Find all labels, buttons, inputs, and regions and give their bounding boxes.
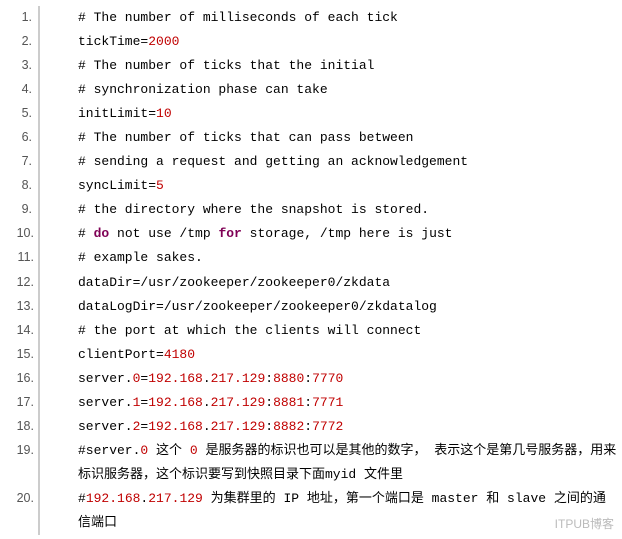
code-token: initLimit= <box>78 106 156 121</box>
code-token: . <box>203 395 211 410</box>
code-token: : <box>265 395 273 410</box>
code-token: syncLimit= <box>78 178 156 193</box>
code-token: # the directory where the snapshot is st… <box>78 202 429 217</box>
code-token: : <box>265 371 273 386</box>
code-token: . <box>203 419 211 434</box>
code-line: clientPort=4180 <box>40 343 618 367</box>
code-line: dataLogDir=/usr/zookeeper/zookeeper0/zkd… <box>40 295 618 319</box>
code-token: tickTime= <box>78 34 148 49</box>
code-listing: # The number of milliseconds of each tic… <box>38 6 618 535</box>
code-line: tickTime=2000 <box>40 30 618 54</box>
code-token: server. <box>78 395 133 410</box>
code-token: # The number of milliseconds of each tic… <box>78 10 398 25</box>
code-line: server.2=192.168.217.129:8882:7772 <box>40 415 618 439</box>
code-token: 10 <box>156 106 172 121</box>
code-token: 7771 <box>312 395 343 410</box>
code-token: 8880 <box>273 371 304 386</box>
code-line: syncLimit=5 <box>40 174 618 198</box>
code-line: #192.168.217.129 为集群里的 IP 地址，第一个端口是 mast… <box>40 487 618 535</box>
code-token: 0 <box>190 443 198 458</box>
code-token: server. <box>78 419 133 434</box>
code-token: # The number of ticks that can pass betw… <box>78 130 413 145</box>
code-token: 4180 <box>164 347 195 362</box>
code-line: # the directory where the snapshot is st… <box>40 198 618 222</box>
code-token: # <box>78 226 94 241</box>
code-token: dataLogDir=/usr/zookeeper/zookeeper0/zkd… <box>78 299 437 314</box>
code-line: # The number of ticks that the initial <box>40 54 618 78</box>
code-token: 217.129 <box>211 371 266 386</box>
code-line: # sending a request and getting an ackno… <box>40 150 618 174</box>
code-token: : <box>304 419 312 434</box>
code-line: dataDir=/usr/zookeeper/zookeeper0/zkdata <box>40 271 618 295</box>
code-token: . <box>203 371 211 386</box>
code-token: 7772 <box>312 419 343 434</box>
code-token: not use /tmp <box>109 226 218 241</box>
code-token: 5 <box>156 178 164 193</box>
code-token: 8882 <box>273 419 304 434</box>
code-token: # example sakes. <box>78 250 203 265</box>
code-token: server. <box>78 371 133 386</box>
code-token: 192.168 <box>86 491 141 506</box>
code-token: 这个 <box>148 443 190 458</box>
code-token: 192.168 <box>148 395 203 410</box>
code-token: dataDir=/usr/zookeeper/zookeeper0/zkdata <box>78 275 390 290</box>
code-token: 217.129 <box>148 491 203 506</box>
code-token: 192.168 <box>148 419 203 434</box>
code-token: 7770 <box>312 371 343 386</box>
code-token: 8881 <box>273 395 304 410</box>
code-line: # do not use /tmp for storage, /tmp here… <box>40 222 618 246</box>
code-line: initLimit=10 <box>40 102 618 126</box>
code-token: 192.168 <box>148 371 203 386</box>
code-line: # The number of milliseconds of each tic… <box>40 6 618 30</box>
code-token: 2000 <box>148 34 179 49</box>
code-token: 217.129 <box>211 395 266 410</box>
code-token: # sending a request and getting an ackno… <box>78 154 468 169</box>
code-line: # example sakes. <box>40 246 618 270</box>
code-token: clientPort= <box>78 347 164 362</box>
code-line: # the port at which the clients will con… <box>40 319 618 343</box>
code-token: do <box>94 226 110 241</box>
code-token: # synchronization phase can take <box>78 82 328 97</box>
code-token: storage, /tmp here is just <box>242 226 453 241</box>
code-token: : <box>304 395 312 410</box>
code-token: # The number of ticks that the initial <box>78 58 374 73</box>
code-token: : <box>265 419 273 434</box>
code-token: 217.129 <box>211 419 266 434</box>
code-token: : <box>304 371 312 386</box>
watermark: ITPUB博客 <box>555 513 614 535</box>
code-line: # synchronization phase can take <box>40 78 618 102</box>
code-line: # The number of ticks that can pass betw… <box>40 126 618 150</box>
code-token: #server. <box>78 443 140 458</box>
code-line: server.0=192.168.217.129:8880:7770 <box>40 367 618 391</box>
code-token: # the port at which the clients will con… <box>78 323 421 338</box>
code-token: for <box>218 226 241 241</box>
code-line: server.1=192.168.217.129:8881:7771 <box>40 391 618 415</box>
code-token: # <box>78 491 86 506</box>
code-line: #server.0 这个 0 是服务器的标识也可以是其他的数字， 表示这个是第几… <box>40 439 618 487</box>
